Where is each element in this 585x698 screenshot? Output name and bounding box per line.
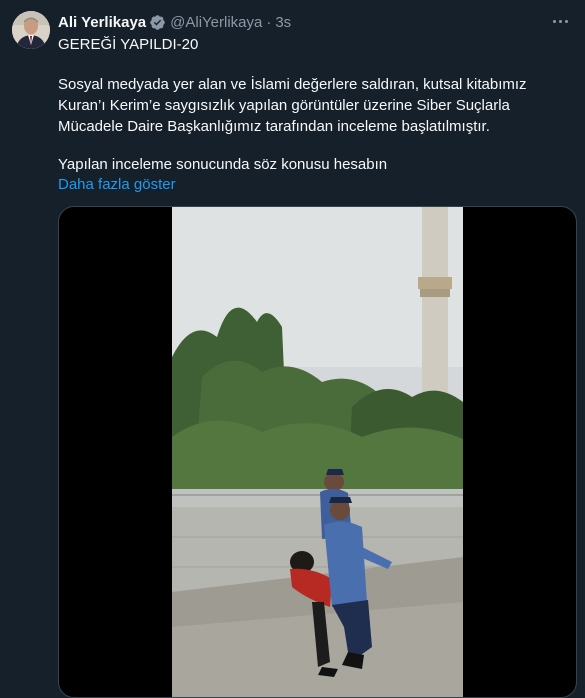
media-video[interactable] [58, 206, 577, 698]
author-name[interactable]: Ali Yerlikaya [58, 14, 146, 31]
tweet-paragraph-2: Yapılan inceleme sonucunda söz konusu he… [58, 156, 388, 173]
separator-dot: · [266, 13, 272, 31]
more-options-icon[interactable] [549, 10, 571, 32]
author-handle[interactable]: @AliYerlikaya [170, 14, 262, 31]
verified-badge-icon [149, 14, 166, 31]
avatar-image [12, 11, 50, 49]
tweet-paragraph-1-line-2: Kuran’ı Kerim’e saygısızlık yapılan görü… [58, 97, 510, 114]
show-more-link[interactable]: Daha fazla göster [58, 175, 568, 195]
tweet-title-line: GEREĞİ YAPILDI-20 [58, 36, 199, 53]
video-frame[interactable] [172, 207, 463, 697]
tweet-paragraph-1-line-1: Sosyal medyada yer alan ve İslami değerl… [58, 76, 527, 93]
tweet-paragraph-1-line-3: Mücadele Daire Başkanlığımız tarafından … [58, 118, 490, 135]
avatar[interactable] [12, 11, 50, 49]
video-scene [172, 207, 463, 697]
tweet-header: Ali Yerlikaya @AliYerlikaya · 3s [58, 12, 291, 32]
tweet-time[interactable]: 3s [275, 14, 291, 31]
tweet[interactable]: Ali Yerlikaya @AliYerlikaya · 3s GEREĞİ … [0, 0, 585, 698]
